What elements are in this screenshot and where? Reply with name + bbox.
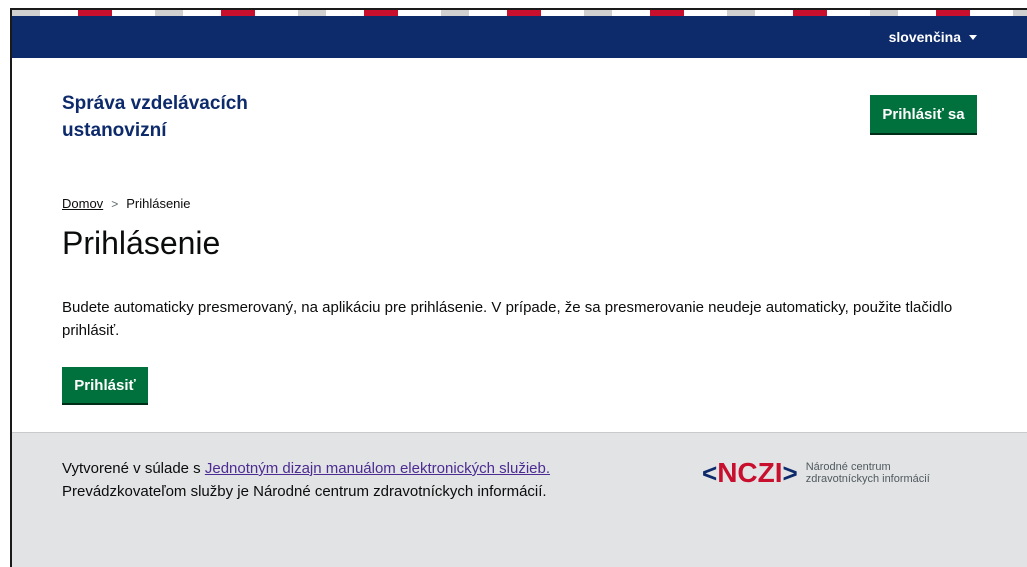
footer-text: Vytvorené v súlade s Jednotným dizajn ma… xyxy=(62,457,572,503)
site-footer: Vytvorené v súlade s Jednotným dizajn ma… xyxy=(12,432,1027,567)
caret-down-icon xyxy=(969,34,977,40)
site-header: Správa vzdelávacích ustanovizní Prihlási… xyxy=(12,58,1027,170)
design-manual-link[interactable]: Jednotným dizajn manuálom elektronických… xyxy=(205,460,550,477)
nczi-logo-mark: < NCZI > xyxy=(702,459,798,487)
breadcrumb-current: Prihlásenie xyxy=(126,196,191,211)
nczi-logo[interactable]: < NCZI > Národné centrum zdravotníckych … xyxy=(702,459,930,487)
main-content: Domov > Prihlásenie Prihlásenie Budete a… xyxy=(12,170,1027,432)
footer-created-prefix: Vytvorené v súlade s xyxy=(62,460,205,477)
page-title: Prihlásenie xyxy=(62,225,221,261)
nczi-logo-line1: Národné centrum xyxy=(805,461,891,473)
browser-viewport: slovenčina Správa vzdelávacích ustanoviz… xyxy=(10,8,1027,567)
nczi-logo-text: Národné centrum zdravotníckych informáci… xyxy=(806,461,930,485)
nczi-bracket-right: > xyxy=(782,458,798,488)
nczi-logo-line2: zdravotníckych informácií xyxy=(805,473,930,485)
breadcrumb-home-link[interactable]: Domov xyxy=(62,196,103,211)
site-title-link[interactable]: Správa vzdelávacích ustanovizní xyxy=(62,90,312,144)
redirect-description: Budete automaticky presmerovaný, na apli… xyxy=(62,299,953,339)
breadcrumb-separator: > xyxy=(111,196,119,211)
nczi-bracket-left: < xyxy=(702,458,718,488)
footer-operator: Prevádzkovateľom služby je Národné centr… xyxy=(62,483,547,500)
login-button[interactable]: Prihlásiť xyxy=(62,367,148,403)
header-login-button[interactable]: Prihlásiť sa xyxy=(870,95,977,133)
top-bar: slovenčina xyxy=(12,16,1027,58)
language-label: slovenčina xyxy=(888,29,961,45)
nczi-logo-letters: NCZI xyxy=(717,457,783,488)
language-selector[interactable]: slovenčina xyxy=(889,29,977,45)
breadcrumb: Domov > Prihlásenie xyxy=(62,196,191,211)
